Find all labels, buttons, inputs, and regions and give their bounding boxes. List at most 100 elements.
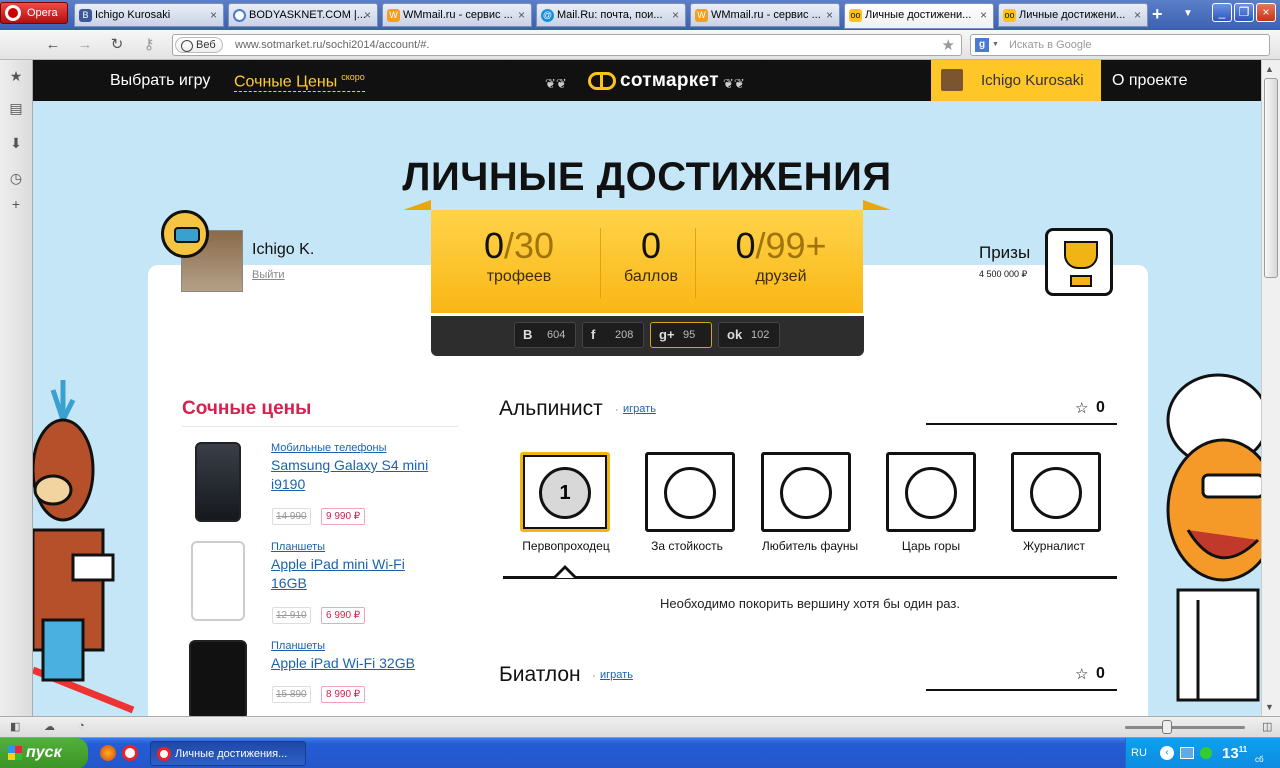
scrollbar-thumb[interactable] [1264,78,1278,278]
sotmarket-logo[interactable]: сотмаркет [588,70,719,92]
nav-about[interactable]: О проекте [1112,72,1187,90]
ram-face-icon [780,467,832,519]
tab-label: WMmail.ru - сервис ... [403,9,513,21]
product-category-link[interactable]: Мобильные телефоны [271,442,387,454]
tab-achievements-active[interactable]: oo Личные достижени... × [844,3,994,29]
notes-icon[interactable]: ▤ [8,100,24,116]
panel-toggle-icon[interactable]: ◧ [10,720,20,733]
bookmarks-star-icon[interactable]: ★ [8,68,24,84]
tab-bodyasknet[interactable]: BODYASKNET.COM |... × [228,3,378,27]
url-field[interactable]: Веб www.sotmarket.ru/sochi2014/account/#… [172,34,962,56]
tab-achievements-2[interactable]: oo Личные достижени... × [998,3,1148,27]
downloads-icon[interactable]: ⬇ [8,135,24,151]
product-category-link[interactable]: Планшеты [271,541,325,553]
header-user-block[interactable]: Ichigo Kurosaki [931,60,1101,101]
product-name-link[interactable]: Apple iPad mini Wi-Fi 16GB [271,555,441,593]
web-badge[interactable]: Веб [175,37,223,53]
forward-arrow-icon[interactable]: → [76,36,94,54]
zoom-slider-track[interactable] [1125,726,1245,729]
product-item[interactable]: Планшеты Apple iPad Wi-Fi 32GB 15 890 8 … [183,640,463,716]
share-vk-button[interactable]: B 604 [514,322,576,348]
play-link-biathlon[interactable]: играть [600,669,633,681]
windows-taskbar: пуск Личные достижения... RU ‹ 1311 сб [0,737,1280,768]
stat-label: баллов [624,268,678,285]
opera-menu-button[interactable]: Opera [0,2,68,24]
sotmarket-icon: oo [1003,9,1016,22]
share-facebook-button[interactable]: f 208 [582,322,644,348]
prizes-label[interactable]: Призы [979,243,1030,263]
taskbar-item-opera[interactable]: Личные достижения... [150,741,306,766]
play-link-alpinist[interactable]: играть [623,403,656,415]
section-title-biathlon: Биатлон [499,663,581,686]
sotmarket-logo-icon [588,71,616,90]
clock[interactable]: 1311 [1222,745,1247,762]
achievement-king-of-hill[interactable] [886,452,976,532]
tab-mailru[interactable]: @ Mail.Ru: почта, пои... × [536,3,686,27]
security-shield-icon[interactable] [1200,747,1212,759]
history-clock-icon[interactable]: ◷ [8,170,24,186]
product-category-link[interactable]: Планшеты [271,640,325,652]
tablet-image[interactable] [189,640,247,716]
scroll-down-arrow-icon[interactable]: ▼ [1265,702,1274,712]
firefox-quicklaunch-icon[interactable] [100,745,116,761]
close-tab-icon[interactable]: × [1134,8,1141,22]
stat-trophies: 0/30 трофеев [459,226,579,286]
network-icon[interactable] [1180,747,1194,759]
product-name-link[interactable]: Samsung Galaxy S4 mini i9190 [271,456,441,494]
speed-dial-gauge-icon[interactable]: ◔ [78,720,85,732]
tablet-image[interactable] [191,541,245,621]
product-name-link[interactable]: Apple iPad Wi-Fi 32GB [271,654,441,673]
share-google-plus-button[interactable]: g+ 95 [650,322,712,348]
logout-link[interactable]: Выйти [252,269,285,281]
url-text[interactable]: www.sotmarket.ru/sochi2014/account/#. [235,39,429,51]
clock-day: сб [1255,755,1264,764]
zoom-slider-knob[interactable] [1162,720,1172,734]
product-item[interactable]: Мобильные телефоны Samsung Galaxy S4 min… [183,442,463,537]
nav-juicy-prices[interactable]: Сочные Цены скоро [234,72,365,93]
maximize-button[interactable]: ❐ [1234,3,1254,22]
close-tab-icon[interactable]: × [518,8,525,22]
tray-expand-chevron-icon[interactable]: ‹ [1160,746,1174,760]
tab-wmmail-1[interactable]: W WMmail.ru - сервис ... × [382,3,532,27]
trophy-cup-icon[interactable] [1045,228,1113,296]
share-odnoklassniki-button[interactable]: ok 102 [718,322,780,348]
nav-choose-game[interactable]: Выбрать игру [110,72,210,90]
stat-value-number: 0 [640,225,662,266]
tab-list-chevron-down-icon[interactable]: ▼ [1183,8,1193,19]
back-arrow-icon[interactable]: ← [44,36,62,54]
opera-quicklaunch-icon[interactable] [122,745,138,761]
start-label: пуск [26,744,62,761]
minimize-button[interactable]: _ [1212,3,1232,22]
tab-label: Ichigo Kurosaki [95,9,171,21]
tab-wmmail-2[interactable]: W WMmail.ru - сервис ... × [690,3,840,27]
close-tab-icon[interactable]: × [826,8,833,22]
new-tab-button[interactable]: + [1152,4,1163,25]
close-tab-icon[interactable]: × [672,8,679,22]
google-icon[interactable]: g [975,38,989,52]
language-indicator[interactable]: RU [1131,747,1147,759]
phone-image[interactable] [195,442,241,522]
start-button[interactable]: пуск [0,738,88,768]
achievement-pioneer[interactable]: 1 [520,452,610,532]
achievement-fauna-lover[interactable] [761,452,851,532]
product-item[interactable]: Планшеты Apple iPad mini Wi-Fi 16GB 12 9… [183,541,463,636]
achievement-label: За стойкость [651,539,723,553]
search-field[interactable]: g ▼ Искать в Google [970,34,1270,56]
achievement-persistence[interactable] [645,452,735,532]
fit-page-icon[interactable]: ◫ [1262,720,1272,733]
tab-vk[interactable]: B Ichigo Kurosaki × [74,3,224,27]
search-engine-chevron-down-icon[interactable]: ▼ [992,41,999,48]
opera-unite-cloud-icon[interactable]: ☁ [44,720,55,733]
reload-icon[interactable]: ↻ [108,36,126,54]
vertical-scrollbar[interactable]: ▲ ▼ [1261,60,1280,716]
scroll-up-arrow-icon[interactable]: ▲ [1265,64,1274,74]
achievement-journalist[interactable] [1011,452,1101,532]
key-icon[interactable]: ⚷ [140,36,158,54]
close-tab-icon[interactable]: × [210,8,217,22]
page-content: Выбрать игру Сочные Цены скоро ❦❦ сотмарк… [33,60,1261,716]
add-panel-plus-icon[interactable]: + [8,196,24,212]
close-tab-icon[interactable]: × [980,8,987,22]
close-tab-icon[interactable]: × [364,8,371,22]
bookmark-star-icon[interactable]: ★ [942,36,955,54]
close-window-button[interactable]: × [1256,3,1276,22]
